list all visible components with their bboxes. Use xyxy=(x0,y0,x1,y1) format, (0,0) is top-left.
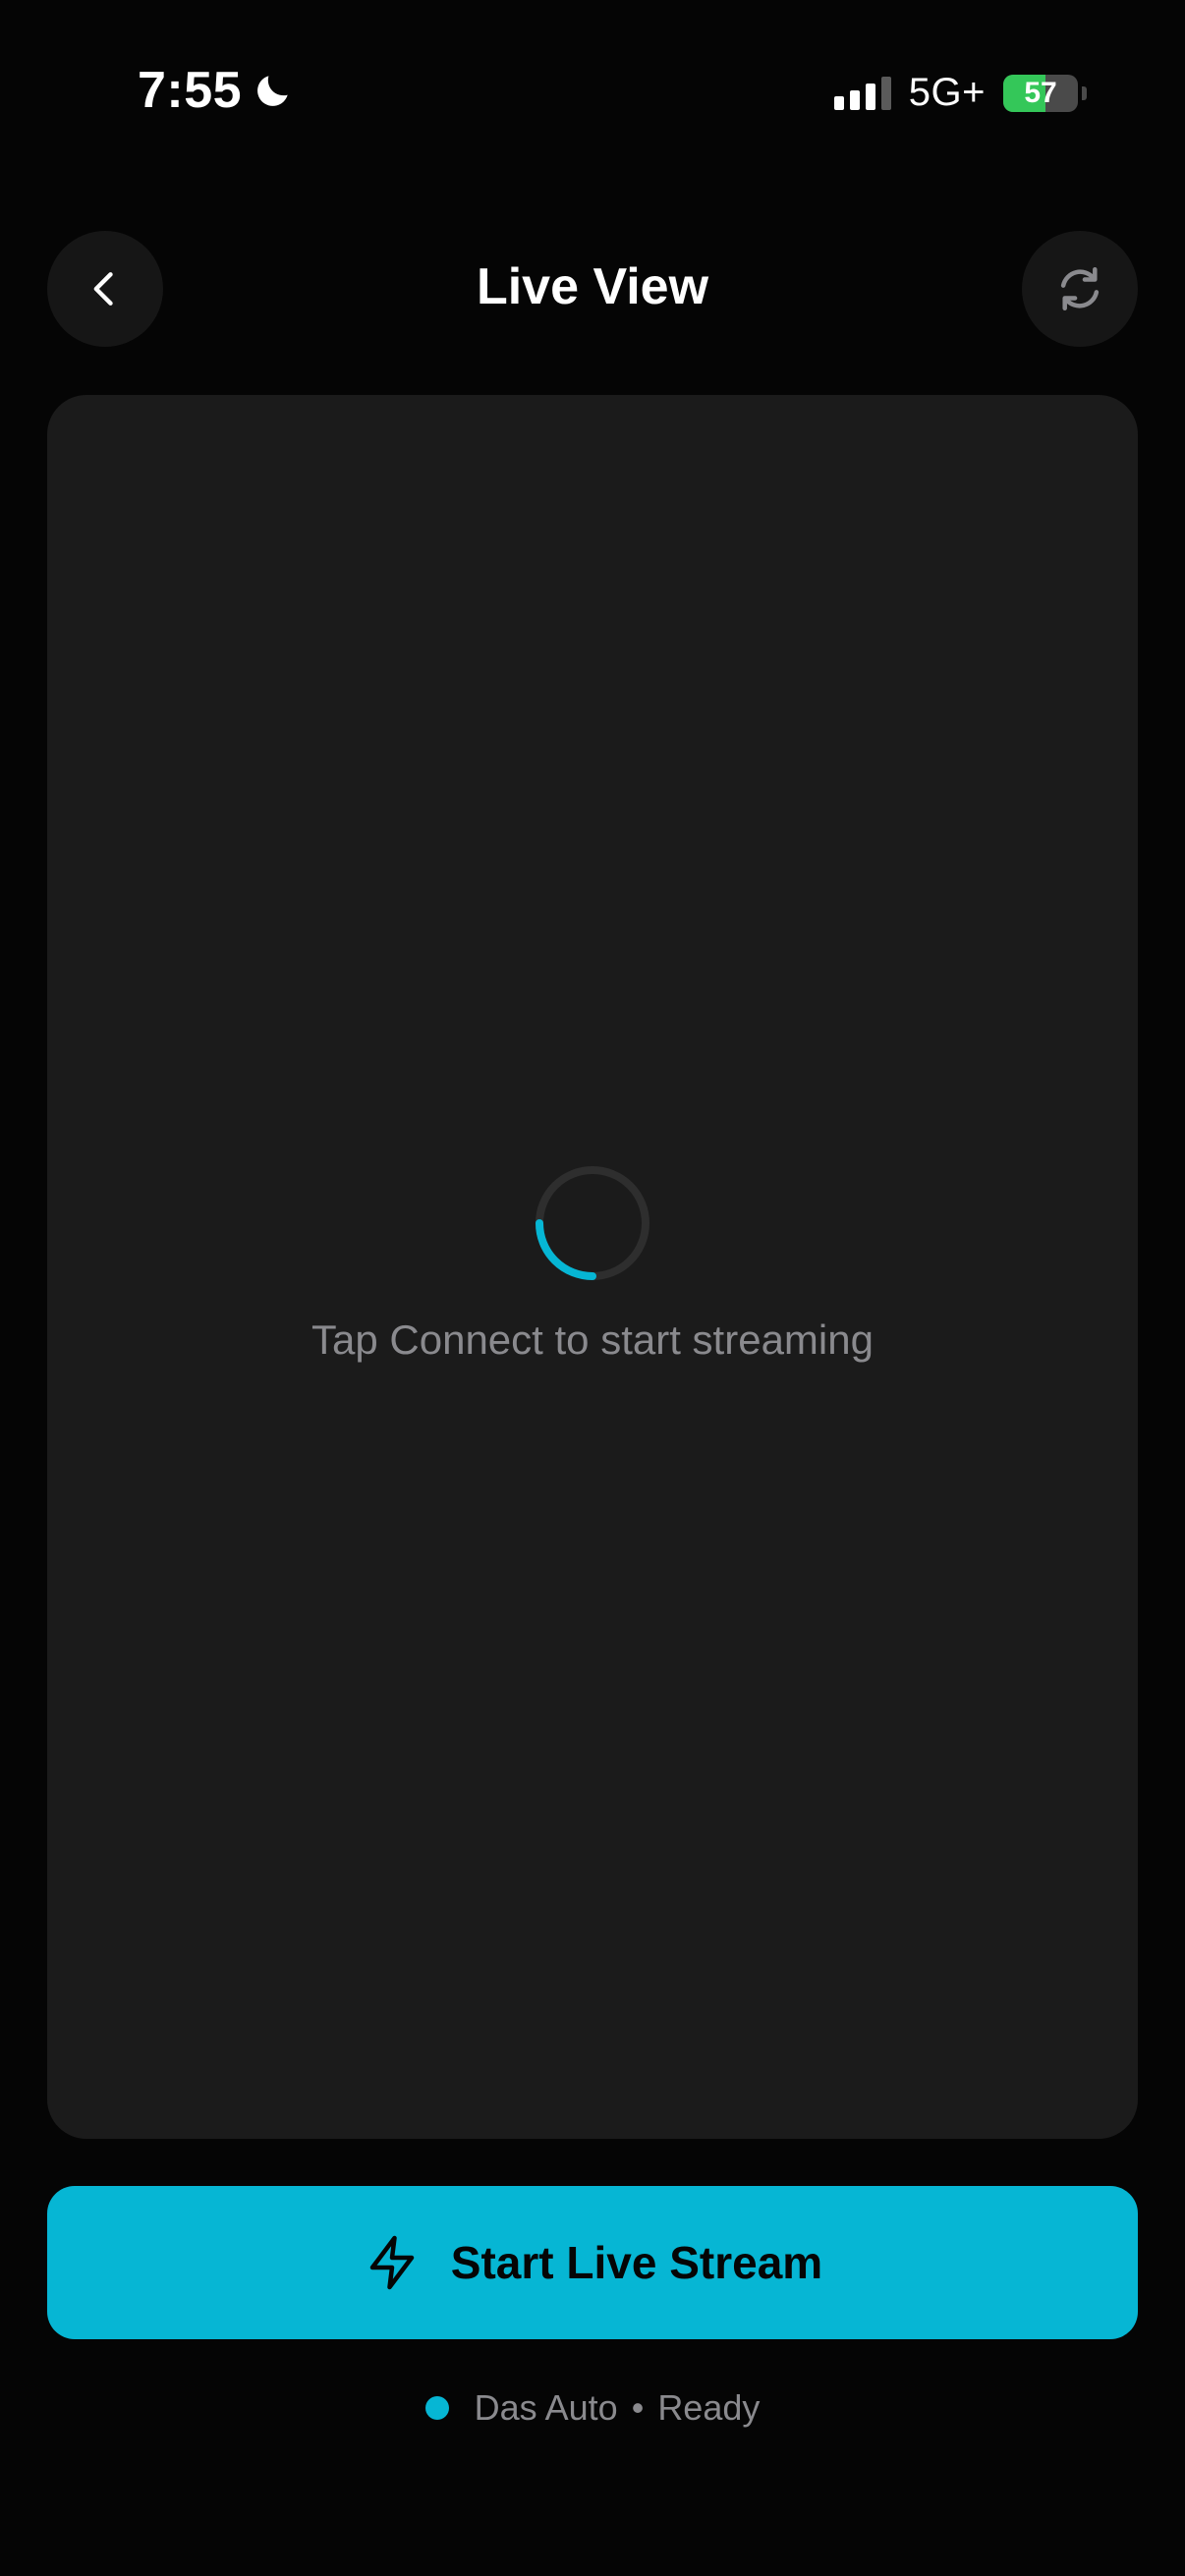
status-separator: • xyxy=(631,2387,645,2428)
device-state: Ready xyxy=(657,2387,761,2428)
stream-hint-text: Tap Connect to start streaming xyxy=(311,1316,874,1363)
cellular-signal-icon xyxy=(833,76,891,110)
clock-text: 7:55 xyxy=(138,62,243,119)
device-name: Das Auto xyxy=(474,2387,618,2428)
device-status: Das Auto • Ready xyxy=(0,2387,1185,2429)
refresh-icon xyxy=(1060,266,1100,311)
refresh-button[interactable] xyxy=(1022,231,1138,347)
status-dot-icon xyxy=(424,2396,449,2420)
moon-icon xyxy=(257,76,288,106)
lightning-bolt-icon xyxy=(369,2235,415,2290)
status-bar-indicators: 5G+ 57 xyxy=(833,71,1087,115)
start-live-stream-button[interactable]: Start Live Stream xyxy=(47,2186,1138,2339)
loading-spinner-icon xyxy=(536,1166,649,1280)
battery-cap xyxy=(1082,85,1087,100)
network-type: 5G+ xyxy=(908,71,986,114)
battery-percent: 57 xyxy=(1024,76,1057,109)
page-title: Live View xyxy=(476,258,709,315)
battery-icon: 57 xyxy=(1003,74,1078,112)
start-live-stream-label: Start Live Stream xyxy=(450,2237,823,2288)
status-bar-time: 7:55 xyxy=(138,61,295,120)
